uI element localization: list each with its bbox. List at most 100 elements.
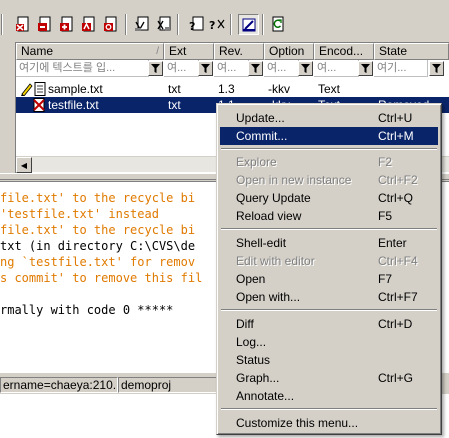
column-header-label: Name — [21, 44, 54, 58]
svg-text:?: ? — [209, 19, 215, 32]
column-header-encoding[interactable]: Encod... — [314, 43, 374, 60]
menu-item-shortcut: Enter — [378, 236, 407, 250]
column-header-state[interactable]: State — [374, 43, 449, 60]
toolbar: ? ? — [0, 0, 449, 38]
menu-item-query-update[interactable]: Query Update Ctrl+Q — [220, 189, 438, 207]
filter-placeholder: 여... — [217, 62, 237, 74]
menu-item-shortcut: Ctrl+G — [378, 371, 414, 385]
column-header-label: State — [379, 44, 408, 58]
filter-placeholder: 여... — [317, 62, 337, 74]
menu-item-status[interactable]: Status — [220, 351, 438, 369]
menu-separator — [221, 309, 437, 311]
menu-item-open-new-instance[interactable]: Open in new instance Ctrl+F2 — [220, 171, 438, 189]
menu-item-label: Status — [236, 353, 271, 367]
branch-red-icon[interactable] — [102, 15, 120, 33]
menu-separator — [221, 408, 437, 410]
filter-placeholder: 여기... — [377, 62, 407, 74]
context-menu: Update... Ctrl+U Commit... Ctrl+M Explor… — [216, 103, 442, 435]
filter-funnel-icon[interactable] — [298, 61, 313, 76]
menu-item-label: Shell-edit — [236, 236, 287, 250]
menu-item-label: Log... — [236, 335, 267, 349]
menu-item-open[interactable]: Open F7 — [220, 270, 438, 288]
menu-item-shortcut: F2 — [378, 155, 393, 169]
toolbar-separator — [230, 14, 232, 35]
file-name: sample.txt — [48, 82, 103, 96]
file-ext: txt — [168, 98, 181, 112]
column-header-name[interactable]: Name / — [16, 43, 164, 60]
menu-item-shortcut: Ctrl+M — [378, 129, 414, 143]
column-header-label: Option — [269, 44, 305, 58]
output-line: s commit' to remove this fil — [0, 271, 203, 285]
menu-item-log[interactable]: Log... — [220, 333, 438, 351]
column-header-ext[interactable]: Ext — [164, 43, 214, 60]
filter-input-encoding[interactable]: 여... — [314, 60, 359, 77]
file-name: testfile.txt — [48, 98, 99, 112]
menu-item-label: Open with... — [236, 290, 301, 304]
menu-item-label: Open in new instance — [236, 173, 352, 187]
filter-funnel-icon[interactable] — [429, 61, 444, 76]
filter-funnel-icon[interactable] — [148, 61, 163, 76]
menu-item-commit[interactable]: Commit... Ctrl+M — [220, 127, 438, 145]
column-header-option[interactable]: Option — [264, 43, 314, 60]
filter-input-name[interactable]: 여기에 텍스트를 입... — [16, 60, 149, 77]
menu-item-reload-view[interactable]: Reload view F5 — [220, 207, 438, 225]
menu-item-label: Graph... — [236, 371, 280, 385]
toolbar-separator — [1, 14, 3, 35]
filter-input-option[interactable]: 여... — [264, 60, 299, 77]
remove-red-icon[interactable] — [36, 15, 54, 33]
column-header-label: Rev. — [219, 44, 243, 58]
refresh-icon[interactable] — [269, 15, 287, 33]
menu-item-graph[interactable]: Graph... Ctrl+G — [220, 369, 438, 387]
menu-item-diff[interactable]: Diff Ctrl+D — [220, 315, 438, 333]
filter-funnel-icon[interactable] — [198, 61, 213, 76]
menu-item-customize[interactable]: Customize this menu... — [220, 414, 438, 432]
left-pane-edge — [0, 42, 16, 173]
menu-item-shortcut: Ctrl+U — [378, 111, 413, 125]
filter-input-rev[interactable]: 여... — [214, 60, 249, 77]
annotate-icon[interactable] — [155, 15, 173, 33]
menu-item-shortcut: Ctrl+Q — [378, 191, 414, 205]
table-row[interactable]: sample.txt txt 1.3 -kkv Text — [16, 81, 449, 97]
scroll-left-icon[interactable]: ◀ — [16, 157, 32, 173]
status-user: ername=chaeya:210.1 — [0, 377, 118, 393]
column-header-label: Encod... — [319, 44, 364, 58]
output-line: ng `testfile.txt' for remov — [0, 255, 196, 269]
menu-item-explore[interactable]: Explore F2 — [220, 153, 438, 171]
menu-item-label: Reload view — [236, 209, 302, 223]
filter-placeholder: 여... — [167, 62, 187, 74]
tag-red-icon[interactable] — [80, 15, 98, 33]
file-encoding: Text — [318, 82, 341, 96]
svg-text:?: ? — [189, 20, 195, 32]
add-red-icon[interactable] — [58, 15, 76, 33]
output-line: file.txt' to the recycle bi — [0, 191, 196, 205]
column-header-rev[interactable]: Rev. — [214, 43, 264, 60]
filter-funnel-icon[interactable] — [248, 61, 263, 76]
menu-item-label: Explore — [236, 155, 277, 169]
sort-icon: / — [156, 46, 159, 57]
query-icon[interactable]: ? — [187, 15, 205, 33]
menu-item-label: Query Update — [236, 191, 311, 205]
edit-icon[interactable] — [238, 14, 259, 35]
menu-item-shell-edit[interactable]: Shell-edit Enter — [220, 234, 438, 252]
menu-item-update[interactable]: Update... Ctrl+U — [220, 109, 438, 127]
output-line: rmally with code 0 ***** — [0, 303, 174, 317]
filter-input-ext[interactable]: 여... — [164, 60, 199, 77]
log-icon[interactable] — [133, 15, 151, 33]
menu-item-shortcut: Ctrl+F4 — [378, 254, 418, 268]
filter-funnel-icon[interactable] — [358, 61, 373, 76]
filter-input-state[interactable]: 여기... — [374, 60, 428, 77]
menu-item-label: Customize this menu... — [236, 416, 359, 430]
menu-item-open-with[interactable]: Open with... Ctrl+F7 — [220, 288, 438, 306]
commit-red-icon[interactable] — [14, 15, 32, 33]
menu-item-label: Commit... — [236, 129, 288, 143]
menu-item-label: Open — [236, 272, 266, 286]
menu-item-edit-with-editor[interactable]: Edit with editor Ctrl+F4 — [220, 252, 438, 270]
output-line: 'testfile.txt' instead — [0, 207, 159, 221]
help-query-icon[interactable]: ? — [208, 15, 226, 33]
menu-separator — [221, 228, 437, 230]
removed-file-icon — [32, 98, 46, 116]
menu-item-annotate[interactable]: Annotate... — [220, 387, 438, 405]
output-line: txt (in directory C:\CVS\de — [0, 239, 196, 253]
menu-separator — [221, 148, 437, 150]
menu-item-label: Edit with editor — [236, 254, 315, 268]
